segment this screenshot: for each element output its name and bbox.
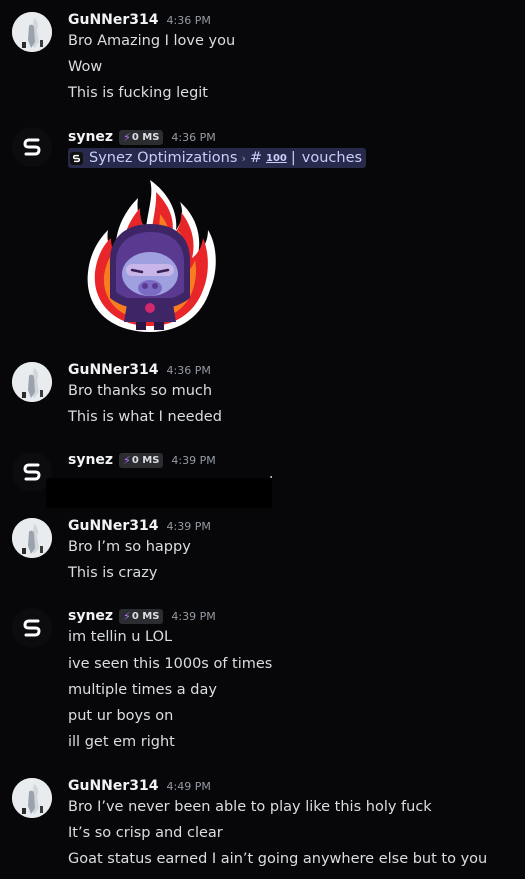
user-avatar[interactable] <box>12 127 52 167</box>
avatar-image <box>12 362 52 402</box>
message-text: Bro I’m so happy <box>68 539 191 555</box>
user-tag-badge[interactable]: ⚡ 0 MS <box>119 608 164 624</box>
channel-mention-link[interactable]: Synez Optimizations › # 100 | vouches <box>68 148 367 168</box>
message-text: ill get em right <box>68 734 175 750</box>
avatar-image <box>12 518 52 558</box>
synez-logo-icon <box>23 463 41 481</box>
message-group: GuNNer314 4:36 PM Bro thanks so much Thi… <box>0 360 525 430</box>
channel-name: vouches <box>301 150 363 166</box>
tag-label: 0 MS <box>131 610 160 622</box>
message-text: Goat status earned I ain’t going anywher… <box>68 851 488 867</box>
username[interactable]: synez <box>68 129 113 145</box>
user-tag-badge[interactable]: ⚡ 0 MS <box>119 452 164 468</box>
tag-label: 0 MS <box>131 131 160 143</box>
username[interactable]: GuNNer314 <box>68 518 159 534</box>
hundred-emoji-icon: 100 <box>266 152 287 164</box>
message-text: ive seen this 1000s of times <box>68 656 273 672</box>
username[interactable]: GuNNer314 <box>68 778 159 794</box>
user-avatar[interactable] <box>12 608 52 648</box>
message-group: synez ⚡ 0 MS 4:39 PM im tellin u LOL ive … <box>0 606 525 756</box>
user-avatar[interactable] <box>12 778 52 818</box>
channel-hash-icon: # <box>249 150 262 166</box>
message-text: It’s so crisp and clear <box>68 825 223 841</box>
user-tag-badge[interactable]: ⚡ 0 MS <box>119 129 164 145</box>
message-text: This is crazy <box>68 565 158 581</box>
server-name: Synez Optimizations <box>89 150 238 166</box>
message-text: multiple times a day <box>68 682 217 698</box>
message-group: GuNNer314 4:49 PM Bro I’ve never been ab… <box>0 776 525 876</box>
lightning-icon: ⚡ <box>123 453 131 467</box>
redaction-box <box>46 478 272 508</box>
timestamp: 4:39 PM <box>171 609 216 623</box>
timestamp: 4:36 PM <box>171 130 216 144</box>
timestamp: 4:39 PM <box>166 519 211 533</box>
timestamp: 4:49 PM <box>166 779 211 793</box>
flame-hooded-character-sticker[interactable] <box>80 180 220 335</box>
user-avatar[interactable] <box>12 518 52 558</box>
message-text: Bro thanks so much <box>68 383 213 399</box>
lightning-icon: ⚡ <box>123 609 131 623</box>
message-text: put ur boys on <box>68 708 174 724</box>
message-text: This is what I needed <box>68 409 222 425</box>
avatar-image <box>12 778 52 818</box>
synez-logo-icon <box>23 138 41 156</box>
tag-label: 0 MS <box>131 454 160 466</box>
timestamp: 4:36 PM <box>166 363 211 377</box>
synez-logo-icon <box>23 619 41 637</box>
username[interactable]: synez <box>68 608 113 624</box>
lightning-icon: ⚡ <box>123 130 131 144</box>
chevron-right-icon: › <box>241 151 246 165</box>
message-text: im tellin u LOL <box>68 629 173 645</box>
user-avatar[interactable] <box>12 362 52 402</box>
message-group: GuNNer314 4:39 PM Bro I’m so happy This … <box>0 516 525 586</box>
message-group: synez ⚡ 0 MS 4:36 PM Synez Optimizations … <box>0 0 525 340</box>
timestamp: 4:39 PM <box>171 453 216 467</box>
username[interactable]: synez <box>68 452 113 468</box>
channel-separator: | <box>290 150 296 166</box>
server-icon <box>70 151 83 165</box>
username[interactable]: GuNNer314 <box>68 362 159 378</box>
message-text: Bro I’ve never been able to play like th… <box>68 799 432 815</box>
